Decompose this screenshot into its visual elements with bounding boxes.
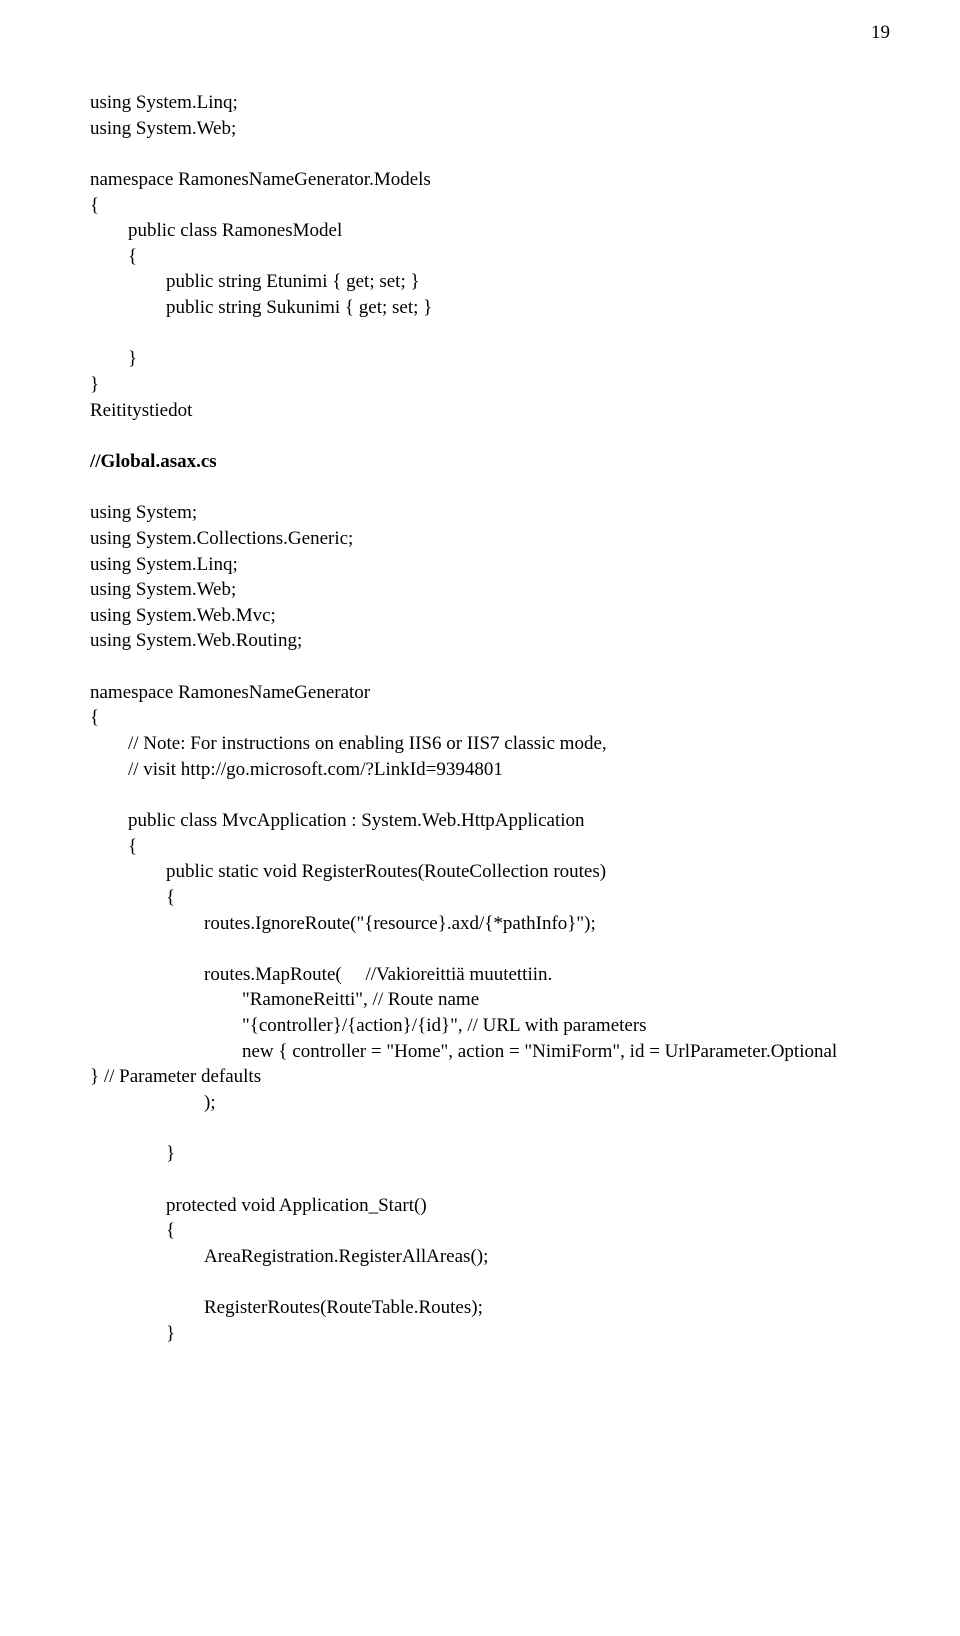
- code-line: [90, 423, 890, 449]
- code-line: "{controller}/{action}/{id}", // URL wit…: [90, 1013, 890, 1039]
- code-line: using System.Linq;: [90, 90, 890, 116]
- code-line: // Note: For instructions on enabling II…: [90, 731, 890, 757]
- code-line: {: [90, 193, 890, 219]
- code-line: [90, 141, 890, 167]
- page-number: 19: [871, 20, 890, 46]
- code-line: {: [90, 834, 890, 860]
- code-line: Reititystiedot: [90, 398, 890, 424]
- code-line: using System;: [90, 500, 890, 526]
- code-line: using System.Web.Mvc;: [90, 603, 890, 629]
- code-line: {: [90, 244, 890, 270]
- code-line: AreaRegistration.RegisterAllAreas();: [90, 1244, 890, 1270]
- code-line: } // Parameter defaults: [90, 1064, 890, 1090]
- code-line: [90, 1167, 890, 1193]
- code-line: [90, 936, 890, 962]
- code-line: }: [90, 346, 890, 372]
- code-line: public class MvcApplication : System.Web…: [90, 808, 890, 834]
- code-line: public class RamonesModel: [90, 218, 890, 244]
- code-line: using System.Web.Routing;: [90, 628, 890, 654]
- code-line: using System.Linq;: [90, 552, 890, 578]
- code-content: using System.Linq;using System.Web;names…: [90, 90, 890, 1346]
- code-line: [90, 1116, 890, 1142]
- document-page: 19 using System.Linq;using System.Web;na…: [0, 0, 960, 1636]
- code-line: using System.Web;: [90, 116, 890, 142]
- code-line: [90, 1269, 890, 1295]
- code-line: routes.MapRoute( //Vakioreittiä muutetti…: [90, 962, 890, 988]
- code-line: }: [90, 1321, 890, 1347]
- code-line: //Global.asax.cs: [90, 449, 890, 475]
- code-line: [90, 654, 890, 680]
- code-line: public string Etunimi { get; set; }: [90, 269, 890, 295]
- code-line: }: [90, 372, 890, 398]
- code-line: routes.IgnoreRoute("{resource}.axd/{*pat…: [90, 911, 890, 937]
- code-line: protected void Application_Start(): [90, 1193, 890, 1219]
- code-line: [90, 475, 890, 501]
- code-line: "RamoneReitti", // Route name: [90, 987, 890, 1013]
- code-line: {: [90, 1218, 890, 1244]
- code-line: new { controller = "Home", action = "Nim…: [90, 1039, 890, 1065]
- code-line: using System.Web;: [90, 577, 890, 603]
- code-line: public static void RegisterRoutes(RouteC…: [90, 859, 890, 885]
- code-line: public string Sukunimi { get; set; }: [90, 295, 890, 321]
- code-line: );: [90, 1090, 890, 1116]
- code-line: [90, 782, 890, 808]
- code-line: using System.Collections.Generic;: [90, 526, 890, 552]
- code-line: namespace RamonesNameGenerator: [90, 680, 890, 706]
- code-line: namespace RamonesNameGenerator.Models: [90, 167, 890, 193]
- code-line: {: [90, 705, 890, 731]
- code-line: // visit http://go.microsoft.com/?LinkId…: [90, 757, 890, 783]
- code-line: {: [90, 885, 890, 911]
- code-line: RegisterRoutes(RouteTable.Routes);: [90, 1295, 890, 1321]
- code-line: [90, 321, 890, 347]
- code-line: }: [90, 1141, 890, 1167]
